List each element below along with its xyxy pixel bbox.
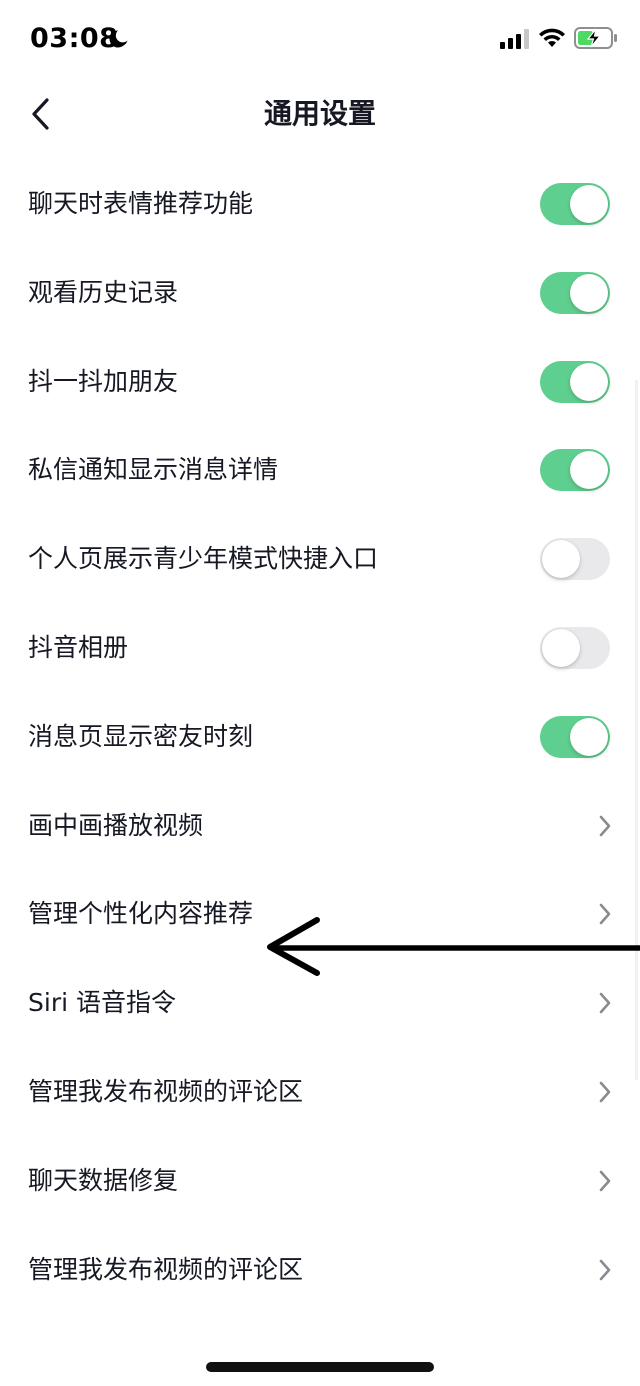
settings-list: 聊天时表情推荐功能 观看历史记录 抖一抖加朋友 私信通知显示消息详情 个人页展示… (0, 160, 640, 1314)
setting-label: 私信通知显示消息详情 (28, 455, 279, 485)
close-friend-moments-toggle[interactable] (540, 715, 610, 758)
setting-row-watch-history[interactable]: 观看历史记录 (0, 249, 640, 338)
watch-history-toggle[interactable] (540, 271, 610, 314)
setting-row-emoji-suggest[interactable]: 聊天时表情推荐功能 (0, 160, 640, 249)
douyin-album-toggle[interactable] (540, 626, 610, 669)
status-bar: 03:08 (0, 0, 640, 80)
chevron-right-icon (599, 1081, 611, 1103)
setting-label: 聊天时表情推荐功能 (28, 189, 254, 218)
toggle-knob (570, 362, 608, 401)
page-title: 通用设置 (263, 97, 376, 130)
setting-row-dm-notification-detail[interactable]: 私信通知显示消息详情 (0, 426, 640, 515)
left-arrow-annotation-icon (267, 917, 640, 976)
setting-label: 消息页显示密友时刻 (28, 721, 254, 751)
wifi-icon (539, 28, 565, 47)
setting-label: 抖音相册 (28, 632, 129, 662)
chevron-right-icon (599, 1170, 611, 1192)
setting-label: 管理个性化内容推荐 (28, 899, 254, 929)
emoji-suggest-toggle[interactable] (540, 183, 610, 225)
nav-bar: 通用设置 (0, 80, 640, 150)
setting-label: 管理我发布视频的评论区 (28, 1076, 304, 1106)
setting-row-close-friend-moments[interactable]: 消息页显示密友时刻 (0, 693, 640, 782)
setting-row-douyin-album[interactable]: 抖音相册 (0, 604, 640, 693)
setting-label: 画中画播放视频 (28, 810, 204, 840)
setting-label: 管理我发布视频的评论区 (28, 1254, 304, 1284)
teen-mode-shortcut-toggle[interactable] (540, 538, 610, 581)
toggle-knob (570, 185, 608, 223)
cellular-signal-icon (500, 29, 529, 49)
chevron-right-icon (599, 1259, 611, 1280)
toggle-knob (542, 540, 580, 579)
chevron-right-icon (599, 992, 611, 1014)
setting-row-picture-in-picture[interactable]: 画中画播放视频 (0, 782, 640, 871)
shake-add-friend-toggle[interactable] (540, 360, 610, 403)
status-time: 03:08 (30, 23, 119, 54)
toggle-knob (570, 451, 608, 490)
setting-row-teen-mode-shortcut[interactable]: 个人页展示青少年模式快捷入口 (0, 515, 640, 604)
setting-label: 观看历史记录 (28, 277, 179, 307)
moon-icon (109, 30, 128, 48)
toggle-knob (570, 273, 608, 312)
setting-label: 个人页展示青少年模式快捷入口 (28, 544, 379, 574)
setting-label: Siri 语音指令 (28, 988, 176, 1018)
setting-row-manage-comments-2[interactable]: 管理我发布视频的评论区 (0, 1226, 640, 1315)
toggle-knob (570, 717, 608, 756)
battery-charging-icon (574, 27, 617, 49)
setting-label: 聊天数据修复 (28, 1165, 179, 1195)
setting-row-chat-data-repair[interactable]: 聊天数据修复 (0, 1137, 640, 1226)
dm-notification-detail-toggle[interactable] (540, 449, 610, 492)
setting-row-shake-add-friend[interactable]: 抖一抖加朋友 (0, 338, 640, 427)
chevron-right-icon (599, 815, 611, 836)
setting-label: 抖一抖加朋友 (28, 366, 179, 396)
toggle-knob (542, 628, 580, 667)
setting-row-manage-comments[interactable]: 管理我发布视频的评论区 (0, 1048, 640, 1137)
home-indicator[interactable] (206, 1362, 434, 1372)
